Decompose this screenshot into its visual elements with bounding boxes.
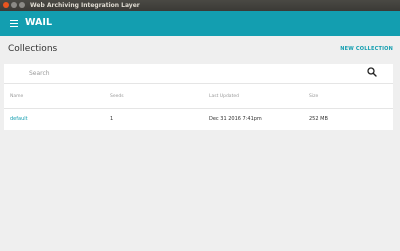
column-header-name[interactable]: Name — [10, 94, 23, 99]
collections-header: Collections NEW COLLECTION — [0, 36, 400, 64]
column-header-last-updated[interactable]: Last Updated — [209, 94, 239, 99]
collection-seeds: 1 — [110, 116, 114, 122]
page-title: Collections — [8, 44, 58, 54]
window-title: Web Archiving Integration Layer — [30, 2, 140, 9]
collection-name-link[interactable]: default — [10, 116, 28, 122]
window-titlebar: Web Archiving Integration Layer — [0, 0, 400, 11]
collection-last-updated: Dec 31 2016 7:41pm — [209, 116, 262, 122]
column-header-seeds[interactable]: Seeds — [110, 94, 124, 99]
app-bar: WAIL — [0, 11, 400, 36]
window-maximize-button[interactable] — [19, 2, 25, 8]
app-title: WAIL — [25, 17, 52, 28]
collections-table: Name Seeds Last Updated Size default 1 D… — [4, 84, 393, 130]
collection-size: 252 MB — [309, 116, 328, 122]
search-bar — [4, 64, 393, 84]
window-close-button[interactable] — [3, 2, 9, 8]
table-header: Name Seeds Last Updated Size — [4, 84, 393, 109]
table-row[interactable]: default 1 Dec 31 2016 7:41pm 252 MB — [4, 109, 393, 130]
search-icon[interactable] — [366, 66, 378, 78]
window-minimize-button[interactable] — [11, 2, 17, 8]
column-header-size[interactable]: Size — [309, 94, 318, 99]
new-collection-button[interactable]: NEW COLLECTION — [340, 46, 393, 52]
search-input[interactable] — [29, 67, 349, 79]
menu-icon[interactable] — [10, 20, 18, 27]
